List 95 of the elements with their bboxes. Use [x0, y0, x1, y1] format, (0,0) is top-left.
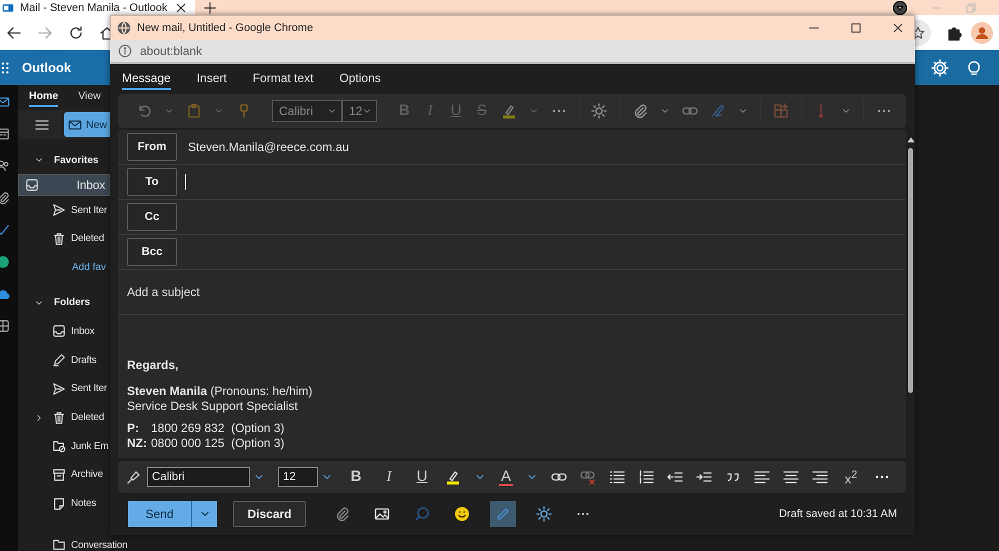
- to-button[interactable]: To: [127, 168, 177, 196]
- info-icon[interactable]: [118, 44, 132, 58]
- browser-tab[interactable]: Mail - Steven Manila - Outlook: [0, 0, 195, 15]
- ribbon-tab[interactable]: Insert: [196, 66, 227, 90]
- paperclip-icon[interactable]: [334, 506, 350, 522]
- align-right-icon[interactable]: [812, 469, 828, 485]
- app-launcher-icon[interactable]: [0, 60, 10, 74]
- pen-icon: [495, 506, 511, 522]
- draft-status: Draft saved at 10:31 AM: [778, 508, 897, 520]
- emoji-icon[interactable]: [454, 506, 470, 522]
- image-icon[interactable]: [374, 506, 390, 522]
- add-favorite-link[interactable]: Add fav: [72, 262, 106, 274]
- phone-label: P:: [127, 421, 140, 436]
- url-text: about:blank: [140, 44, 202, 58]
- close-icon[interactable]: [892, 22, 904, 34]
- lightbulb-icon[interactable]: [965, 58, 983, 76]
- folder-item[interactable]: Archive: [18, 460, 110, 490]
- trash-icon: [52, 410, 66, 424]
- send-icon: [52, 203, 66, 218]
- font-color-button[interactable]: A: [499, 468, 513, 486]
- signature-greeting: Regards,: [127, 358, 180, 373]
- envelope-icon: [68, 118, 82, 132]
- back-icon[interactable]: [6, 24, 22, 40]
- folder-item[interactable]: Sent Iter: [18, 196, 110, 225]
- folder-item[interactable]: Notes: [18, 489, 110, 518]
- settings-icon[interactable]: [931, 58, 949, 76]
- pencil-icon: [52, 353, 66, 368]
- mail-logo-icon: [2, 2, 14, 14]
- loop-icon[interactable]: [414, 506, 430, 522]
- people-icon[interactable]: [0, 159, 10, 173]
- trash-icon: [52, 232, 66, 246]
- signature-title: Service Desk Support Specialist: [127, 399, 299, 414]
- cc-button[interactable]: Cc: [127, 203, 177, 231]
- new-tab-icon[interactable]: [203, 0, 217, 14]
- apps-icon[interactable]: [0, 319, 10, 333]
- align-left-icon[interactable]: [754, 469, 770, 485]
- folder-item[interactable]: Inbox: [18, 174, 110, 196]
- maximize-icon[interactable]: [850, 22, 862, 34]
- folder-item[interactable]: Deleted: [18, 224, 110, 254]
- globe-icon: [117, 21, 131, 35]
- sun-icon[interactable]: [536, 506, 552, 522]
- signature-name: Steven Manila (Pronouns: he/him): [127, 384, 314, 399]
- tab-title: Mail - Steven Manila - Outlook: [20, 2, 168, 14]
- inbox-icon: [52, 324, 66, 338]
- archive-icon: [52, 468, 66, 482]
- inbox-icon: [25, 178, 39, 192]
- ribbon-tab[interactable]: View: [78, 90, 101, 107]
- align-center-icon[interactable]: [783, 469, 799, 485]
- subject-field[interactable]: Add a subject: [127, 285, 906, 299]
- font-field[interactable]: Calibri: [147, 467, 250, 487]
- calendar-icon[interactable]: [0, 127, 10, 141]
- note-icon: [52, 496, 66, 511]
- bullet-list-icon[interactable]: [609, 469, 625, 485]
- bold-button[interactable]: B: [346, 468, 366, 486]
- folder-item[interactable]: Sent Iter: [18, 374, 110, 404]
- checkmark-icon[interactable]: [0, 223, 10, 237]
- bcc-button[interactable]: Bcc: [127, 238, 177, 266]
- paintbrush-icon[interactable]: [126, 469, 142, 485]
- highlighter-icon[interactable]: [445, 469, 461, 485]
- sender-address: Steven.Manila@reece.com.au: [188, 140, 349, 154]
- superscript-button[interactable]: x$^{2}$: [841, 466, 861, 488]
- folder-icon: [52, 439, 66, 454]
- folder-item[interactable]: Deleted: [18, 403, 110, 432]
- ribbon-tab[interactable]: Options: [339, 66, 381, 90]
- font-size-field[interactable]: 12: [278, 467, 318, 487]
- send-icon: [52, 382, 66, 396]
- phone-number: 0800 000 125 (Option 3): [151, 436, 284, 451]
- folder-item[interactable]: Inbox: [18, 317, 110, 346]
- phone-number: 1800 269 832 (Option 3): [151, 421, 284, 436]
- unlink-icon[interactable]: [580, 469, 596, 485]
- puzzle-icon[interactable]: [946, 24, 962, 40]
- ribbon-tab[interactable]: Message: [122, 66, 171, 90]
- tab-search-icon[interactable]: [893, 0, 907, 14]
- envelope-icon[interactable]: [0, 95, 10, 109]
- ribbon-tab[interactable]: Home: [29, 90, 58, 107]
- send-button[interactable]: Send: [128, 501, 192, 527]
- close-icon[interactable]: [175, 2, 187, 14]
- section-header[interactable]: Favorites: [54, 154, 98, 166]
- section-header[interactable]: Folders: [54, 297, 90, 308]
- profile-avatar-icon[interactable]: [971, 22, 993, 44]
- numbered-list-icon[interactable]: [638, 469, 654, 485]
- app-name: Outlook: [22, 60, 72, 75]
- folder-item[interactable]: Drafts: [18, 346, 110, 374]
- phone-label: NZ:: [127, 436, 148, 451]
- from-button[interactable]: From: [127, 133, 177, 161]
- folder-item[interactable]: Junk Em: [18, 432, 110, 461]
- discard-button[interactable]: Discard: [233, 501, 306, 527]
- paperclip-icon[interactable]: [0, 191, 10, 205]
- italic-button[interactable]: I: [379, 468, 399, 486]
- underline-button[interactable]: U: [412, 468, 432, 486]
- scroll-thumb[interactable]: [908, 148, 913, 393]
- scroll-up-icon[interactable]: [906, 136, 914, 144]
- window-title: New mail, Untitled - Google Chrome: [137, 22, 314, 34]
- ribbon-tab[interactable]: Format text: [252, 66, 314, 90]
- reload-icon[interactable]: [68, 24, 84, 40]
